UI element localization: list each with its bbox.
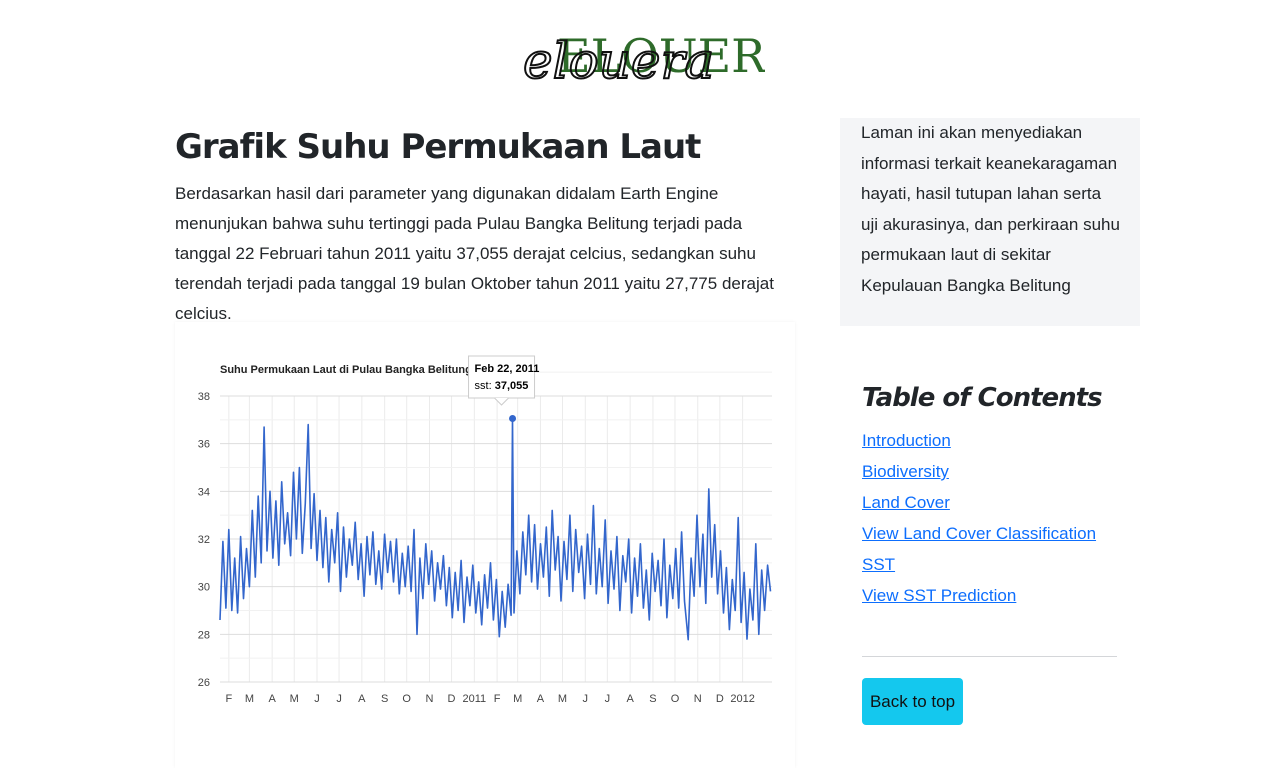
sst-line-chart[interactable]: 26283032343638F M A M J J A S O N D 2011 F M A M J J A S O N D… <box>175 322 795 768</box>
toc-list: Introduction Biodiversity Land Cover Vie… <box>862 426 1122 612</box>
back-to-top-button[interactable]: Back to top <box>862 678 963 725</box>
x-tick-label: S <box>649 693 656 705</box>
y-tick-label: 26 <box>198 677 210 689</box>
x-tick-label: A <box>537 693 545 705</box>
y-tick-label: 36 <box>198 439 210 451</box>
toc-title: Table of Contents <box>862 383 1103 413</box>
toc-item: Introduction <box>862 426 1122 457</box>
toc-item: SST <box>862 550 1122 581</box>
series-line-sst <box>219 417 772 641</box>
site-logo[interactable]: ELOUERA elouera <box>515 12 800 102</box>
toc-item: Land Cover <box>862 488 1122 519</box>
table-of-contents: Table of Contents Introduction Biodivers… <box>862 378 1122 612</box>
sst-chart-card: 26 28 30 32 34 36 38 F M A M J J A S O N D 2011 F M A M J J A S O N D… <box>175 322 795 768</box>
tooltip-date: Feb 22, 2011 <box>475 363 540 375</box>
x-tick-label: M <box>290 693 299 705</box>
x-tick-label: N <box>694 693 702 705</box>
main-content: Grafik Suhu Permukaan Laut Berdasarkan h… <box>175 125 800 329</box>
toc-link-land-cover[interactable]: Land Cover <box>862 493 950 512</box>
y-tick-label: 32 <box>198 534 210 546</box>
x-tick-label: F <box>225 693 232 705</box>
x-tick-label: O <box>671 693 680 705</box>
tooltip-value: sst: 37,055 <box>475 380 529 392</box>
intro-paragraph: Berdasarkan hasil dari parameter yang di… <box>175 184 774 323</box>
page-title: Grafik Suhu Permukaan Laut <box>175 127 701 167</box>
toc-link-view-land-cover-classification[interactable]: View Land Cover Classification <box>862 524 1096 543</box>
about-text: Laman ini akan menyediakan informasi ter… <box>861 123 1120 295</box>
x-tick-label: M <box>513 693 522 705</box>
x-tick-label: M <box>558 693 567 705</box>
y-tick-label: 34 <box>198 486 210 498</box>
x-tick-label: A <box>358 693 366 705</box>
x-tick-label: J <box>314 693 320 705</box>
x-tick-label: O <box>402 693 411 705</box>
toc-item: View SST Prediction <box>862 581 1122 612</box>
x-tick-label: F <box>494 693 501 705</box>
y-tick-label: 28 <box>198 629 210 641</box>
toc-link-biodiversity[interactable]: Biodiversity <box>862 462 949 481</box>
x-tick-label: J <box>336 693 342 705</box>
toc-link-sst[interactable]: SST <box>862 555 895 574</box>
highlight-point <box>509 415 517 423</box>
x-tick-label: A <box>626 693 634 705</box>
toc-link-view-sst-prediction[interactable]: View SST Prediction <box>862 586 1016 605</box>
x-tick-label: N <box>426 693 434 705</box>
toc-item: View Land Cover Classification <box>862 519 1122 550</box>
x-tick-label: J <box>583 693 589 705</box>
x-tick-label: J <box>605 693 611 705</box>
toc-item: Biodiversity <box>862 457 1122 488</box>
x-tick-label: 2012 <box>730 693 754 705</box>
x-tick-label: S <box>381 693 388 705</box>
x-tick-label: M <box>245 693 254 705</box>
sidebar-divider <box>862 656 1117 657</box>
logo-script-text: elouera <box>523 32 714 90</box>
logo-mark: ELOUERA elouera <box>522 29 800 91</box>
about-box: Laman ini akan menyediakan informasi ter… <box>840 118 1140 326</box>
y-tick-label: 38 <box>198 391 210 403</box>
x-tick-label: D <box>716 693 724 705</box>
x-tick-label: A <box>269 693 277 705</box>
toc-link-introduction[interactable]: Introduction <box>862 431 951 450</box>
x-tick-label: D <box>448 693 456 705</box>
x-tick-label: 2011 <box>462 693 486 705</box>
y-tick-label: 30 <box>198 582 210 594</box>
